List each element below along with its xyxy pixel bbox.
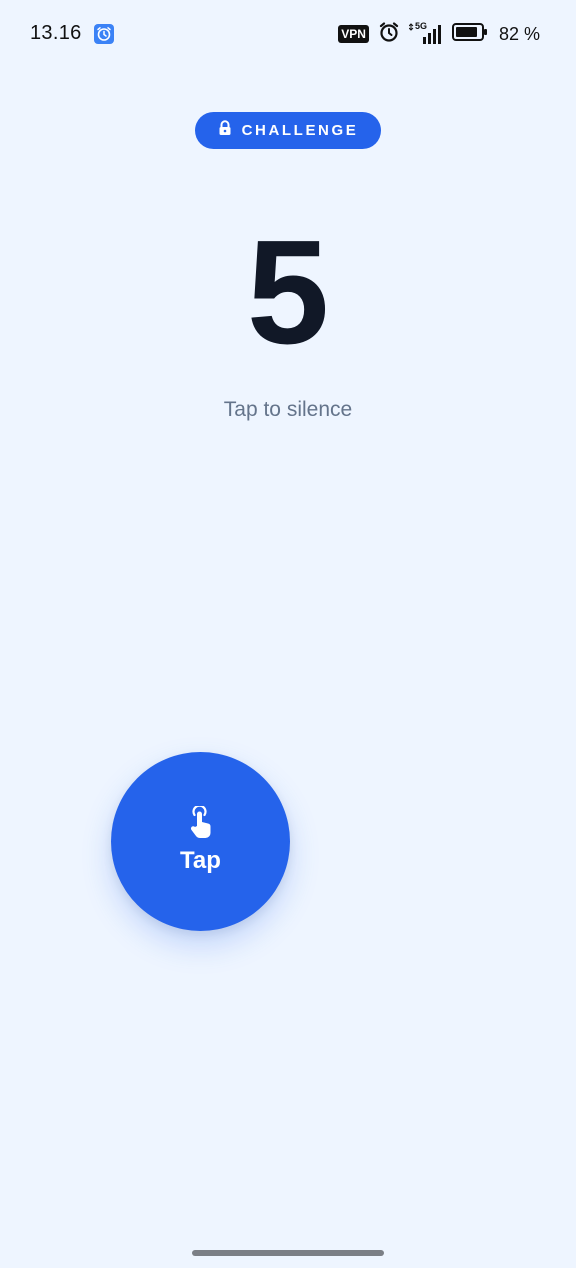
tap-count-remaining: 5 [246, 210, 330, 375]
alarm-clock-icon [378, 21, 400, 48]
tap-button[interactable]: Tap [111, 752, 290, 931]
challenge-label: CHALLENGE [241, 122, 359, 139]
instruction-text: Tap to silence [223, 398, 353, 421]
alarm-app-icon [94, 24, 114, 44]
challenge-badge: CHALLENGE [195, 112, 381, 149]
battery-icon [451, 22, 488, 47]
vpn-badge: VPN [338, 25, 369, 43]
tap-finger-icon [186, 804, 216, 845]
tap-button-label: Tap [180, 847, 221, 874]
status-bar: 13.16 VPN 5G 82 % [0, 0, 576, 70]
alarm-challenge-screen: 13.16 VPN 5G 82 % CHALLENGE 5 Tap to sil… [0, 0, 576, 1268]
status-indicators: VPN 5G 82 % [338, 21, 540, 48]
home-indicator[interactable] [192, 1250, 384, 1256]
battery-percentage: 82 % [498, 23, 540, 44]
status-time: 13.16 [30, 22, 82, 44]
signal-icon: 5G [408, 21, 443, 46]
lock-icon [218, 120, 232, 141]
